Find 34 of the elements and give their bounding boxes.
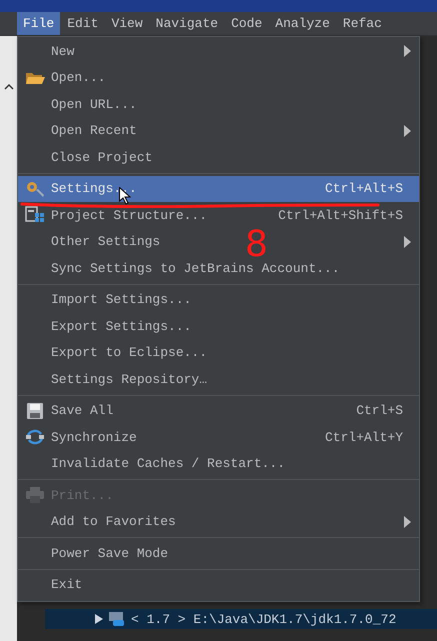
menu-item[interactable]: Import Settings... <box>18 286 419 313</box>
menu-item[interactable]: Open... <box>18 64 419 91</box>
printer-icon <box>24 486 44 504</box>
menu-item[interactable]: Save All Ctrl+S <box>18 398 419 424</box>
sync-icon <box>24 428 44 446</box>
menu-item[interactable]: Settings Repository… <box>18 366 419 392</box>
menu-item[interactable]: Power Save Mode <box>18 540 419 566</box>
menu-item[interactable]: Open Recent <box>18 118 419 144</box>
menu-item[interactable]: Export Settings... <box>18 313 419 340</box>
menu-item[interactable]: Settings... Ctrl+Alt+S <box>18 176 419 202</box>
menu-item[interactable]: New <box>18 38 419 64</box>
menu-item[interactable]: Open URL... <box>18 91 419 118</box>
jdk-icon <box>109 612 125 626</box>
chevron-up-icon[interactable] <box>4 84 14 90</box>
menu-bar-item[interactable]: Analyze <box>269 12 336 35</box>
menu-bar-item[interactable]: View <box>105 12 149 35</box>
menu-bar-item[interactable]: Edit <box>61 12 104 35</box>
submenu-arrow-icon <box>404 124 411 136</box>
project-structure-icon <box>24 206 44 224</box>
submenu-arrow-icon <box>404 45 411 57</box>
tree-row[interactable]: < 1.7 > E:\Java\JDK1.7\jdk1.7.0_72 <box>45 609 437 629</box>
menu-bar-item[interactable]: Code <box>225 12 268 35</box>
menu-item[interactable]: Synchronize Ctrl+Alt+Y <box>18 424 419 450</box>
menu-item[interactable]: Export to Eclipse... <box>18 340 419 366</box>
menu-item[interactable]: Add to Favorites <box>18 508 419 535</box>
menu-item[interactable]: Exit <box>18 572 419 598</box>
menu-item[interactable]: Invalidate Caches / Restart... <box>18 450 419 477</box>
menu-bar-item[interactable]: File <box>17 12 60 35</box>
expand-arrow-icon[interactable] <box>95 614 103 624</box>
menu-item[interactable]: Close Project <box>18 144 419 170</box>
menu-bar-item[interactable]: Navigate <box>150 12 224 35</box>
submenu-arrow-icon <box>404 516 411 528</box>
menu-bar-item[interactable]: Refac <box>336 12 388 35</box>
submenu-arrow-icon <box>404 236 411 248</box>
